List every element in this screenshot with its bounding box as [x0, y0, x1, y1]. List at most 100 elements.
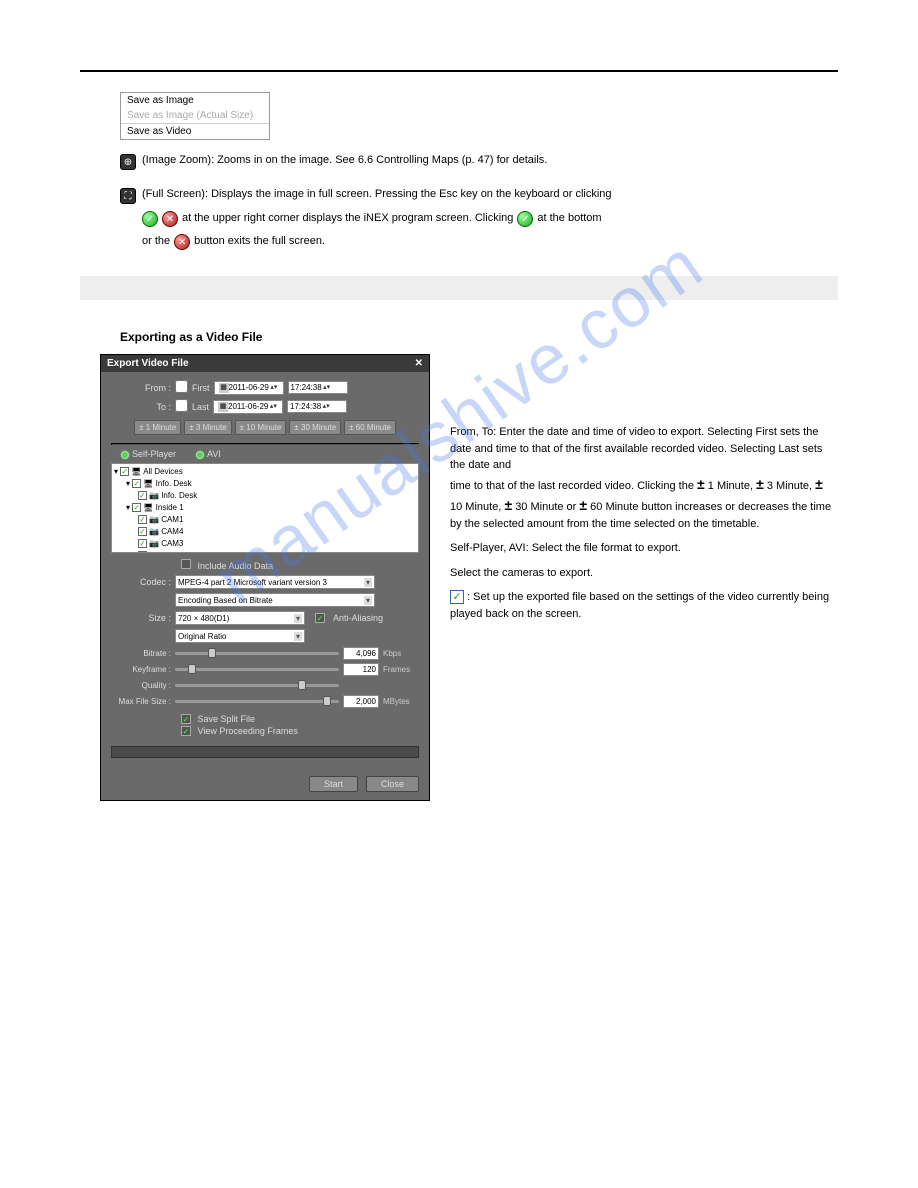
- plusminus-icon: ±: [579, 497, 587, 513]
- time-spin[interactable]: ▴▾: [321, 404, 331, 409]
- export-dialog: Export Video File ✕ From : First ▦2011-0…: [100, 354, 430, 801]
- tree-checkbox[interactable]: [132, 503, 141, 512]
- date-spin[interactable]: ▴▾: [268, 404, 278, 409]
- ratio-select[interactable]: Original Ratio: [175, 629, 305, 643]
- size-label: Size :: [111, 613, 171, 623]
- quick-30min-button[interactable]: ± 30 Minute: [289, 420, 341, 435]
- close-button[interactable]: Close: [366, 776, 419, 792]
- bitrate-slider[interactable]: [175, 652, 339, 655]
- tree-checkbox[interactable]: [138, 515, 147, 524]
- first-text: First: [192, 383, 210, 393]
- save-split-label: Save Split File: [198, 714, 256, 724]
- maxfile-label: Max File Size :: [111, 697, 171, 706]
- ok-icon: ✓: [142, 211, 158, 227]
- keyframe-value[interactable]: 120: [343, 663, 379, 676]
- fullscreen-icon: ⛶: [120, 188, 136, 204]
- codec-label: Codec :: [111, 577, 171, 587]
- keyframe-unit: Frames: [383, 665, 419, 674]
- t30: 30 Minute or: [515, 501, 576, 513]
- dialog-close-x[interactable]: ✕: [415, 358, 423, 369]
- calendar-icon: ▦: [219, 383, 229, 393]
- radio-self-player[interactable]: Self-Player: [121, 449, 176, 459]
- view-proc-checkbox[interactable]: [181, 726, 191, 736]
- antialias-label: Anti-Aliasing: [333, 613, 383, 623]
- camera-tree[interactable]: ▾ 🖥 All Devices ▾ 🖥 Info. Desk 📷 Info. D…: [111, 463, 419, 553]
- fullscreen-right-text: at the upper right corner displays the i…: [182, 210, 513, 227]
- header-rule: [80, 70, 838, 72]
- exit-full-text-a: or the: [142, 233, 170, 250]
- dialog-title: Export Video File: [107, 358, 189, 369]
- t10: 10 Minute,: [450, 501, 501, 513]
- codec-select[interactable]: MPEG-4 part 2 Microsoft variant version …: [175, 575, 375, 589]
- tree-checkbox[interactable]: [138, 539, 147, 548]
- cancel-icon: ✕: [162, 211, 178, 227]
- time-spin[interactable]: ▴▾: [322, 385, 332, 390]
- calendar-icon: ▦: [218, 402, 228, 412]
- t1: 1 Minute,: [708, 480, 753, 492]
- plusminus-icon: ±: [504, 497, 512, 513]
- section-bar: [80, 276, 838, 300]
- quick-1min-button[interactable]: ± 1 Minute: [134, 420, 181, 435]
- tree-checkbox[interactable]: [132, 479, 141, 488]
- bitrate-unit: Kbps: [383, 649, 419, 658]
- last-checkbox[interactable]: [175, 399, 188, 412]
- tree-checkbox[interactable]: [138, 527, 147, 536]
- menu-item-save-video[interactable]: Save as Video: [121, 124, 269, 139]
- checkbox-desc: : Set up the exported file based on the …: [450, 591, 829, 620]
- quick-3min-button[interactable]: ± 3 Minute: [184, 420, 231, 435]
- ok-icon-2: ✓: [517, 211, 533, 227]
- size-select[interactable]: 720 × 480(D1): [175, 611, 305, 625]
- cancel-icon-2: ✕: [174, 234, 190, 250]
- quick-60min-button[interactable]: ± 60 Minute: [344, 420, 396, 435]
- plusminus-icon: ±: [815, 476, 823, 492]
- include-audio-checkbox[interactable]: [181, 559, 191, 569]
- to-time[interactable]: 17:24:38▴▾: [287, 400, 347, 413]
- checkbox-icon: ✓: [450, 590, 464, 604]
- tree-checkbox[interactable]: [138, 491, 147, 500]
- menu-item-save-image-actual: Save as Image (Actual Size): [121, 108, 269, 123]
- radio-avi[interactable]: AVI: [196, 449, 221, 459]
- exit-full-text-b: button exits the full screen.: [194, 233, 325, 250]
- tree-checkbox[interactable]: [138, 551, 147, 553]
- antialias-checkbox[interactable]: [315, 613, 325, 623]
- maxfile-slider[interactable]: [175, 700, 339, 703]
- first-checkbox[interactable]: [175, 380, 188, 393]
- start-button[interactable]: Start: [309, 776, 358, 792]
- section-title: Exporting as a Video File: [120, 330, 838, 344]
- date-spin[interactable]: ▴▾: [269, 385, 279, 390]
- last-text: Last: [192, 402, 209, 412]
- bitrate-value[interactable]: 4,096: [343, 647, 379, 660]
- magnifier-icon: ⊕: [120, 154, 136, 170]
- from-label: From :: [111, 383, 171, 393]
- keyframe-label: Keyframe :: [111, 665, 171, 674]
- fromto-desc-1: From, To: Enter the date and time of vid…: [450, 424, 838, 474]
- quality-slider[interactable]: [175, 684, 339, 687]
- from-date[interactable]: ▦2011-06-29▴▾: [214, 381, 284, 395]
- fullscreen-desc: (Full Screen): Displays the image in ful…: [142, 188, 612, 200]
- format-desc: Self-Player, AVI: Select the file format…: [450, 540, 838, 557]
- t3: 3 Minute,: [767, 480, 812, 492]
- plusminus-icon: ±: [756, 476, 764, 492]
- save-split-checkbox[interactable]: [181, 714, 191, 724]
- menu-item-save-image[interactable]: Save as Image: [121, 93, 269, 108]
- tree-checkbox[interactable]: [120, 467, 129, 476]
- keyframe-slider[interactable]: [175, 668, 339, 671]
- quick-10min-button[interactable]: ± 10 Minute: [235, 420, 287, 435]
- quality-label: Quality :: [111, 681, 171, 690]
- radio-dot-icon: [121, 451, 129, 459]
- progress-bar: [111, 746, 419, 758]
- plusminus-icon: ±: [697, 476, 705, 492]
- fullscreen-trailer: at the bottom: [537, 210, 601, 227]
- radio-dot-icon: [196, 451, 204, 459]
- view-proc-label: View Proceeding Frames: [198, 726, 298, 736]
- magnifier-desc: (Image Zoom): Zooms in on the image. See…: [142, 154, 547, 166]
- fromto-desc-2: time to that of the last recorded video.…: [450, 480, 694, 492]
- include-audio-label: Include Audio Data: [198, 561, 274, 571]
- to-label: To :: [111, 402, 171, 412]
- from-time[interactable]: 17:24:38▴▾: [288, 381, 348, 394]
- context-menu: Save as Image Save as Image (Actual Size…: [120, 92, 270, 140]
- codec-mode-select[interactable]: Encoding Based on Bitrate: [175, 593, 375, 607]
- maxfile-value[interactable]: 2,000: [343, 695, 379, 708]
- to-date[interactable]: ▦2011-06-29▴▾: [213, 400, 283, 414]
- camera-desc: Select the cameras to export.: [450, 565, 838, 582]
